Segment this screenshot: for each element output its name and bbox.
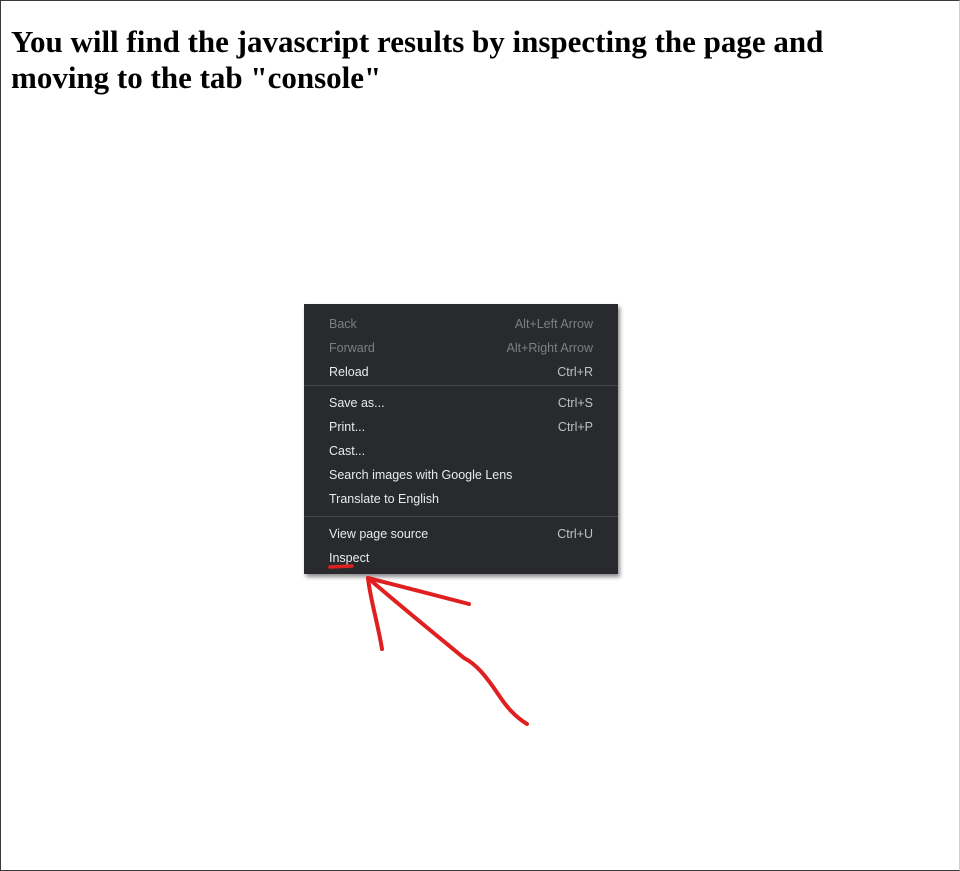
menu-item-google-lens[interactable]: Search images with Google Lens [304,463,618,487]
menu-item-back[interactable]: Back Alt+Left Arrow [304,312,618,336]
menu-item-inspect[interactable]: Inspect [304,546,618,570]
menu-item-shortcut: Ctrl+U [557,527,593,541]
menu-item-label: Back [329,317,357,331]
menu-item-label: Inspect [329,551,370,565]
menu-item-save-as[interactable]: Save as... Ctrl+S [304,391,618,415]
menu-item-label: Forward [329,341,375,355]
menu-separator [304,516,618,517]
menu-item-forward[interactable]: Forward Alt+Right Arrow [304,336,618,360]
menu-item-label: View page source [329,527,429,541]
menu-item-shortcut: Ctrl+S [557,396,593,410]
menu-item-shortcut: Alt+Right Arrow [506,341,594,355]
menu-item-label: Translate to English [329,492,440,506]
menu-item-shortcut: Ctrl+R [557,365,593,379]
menu-item-label: Reload [329,365,369,379]
menu-item-label: Cast... [329,444,366,458]
menu-item-translate[interactable]: Translate to English [304,487,618,511]
menu-item-view-source[interactable]: View page source Ctrl+U [304,522,618,546]
menu-item-print[interactable]: Print... Ctrl+P [304,415,618,439]
page-heading: You will find the javascript results by … [11,24,824,95]
menu-item-label: Print... [329,420,366,434]
menu-item-shortcut: Ctrl+P [557,420,593,434]
menu-separator [304,385,618,386]
menu-item-shortcut: Alt+Left Arrow [514,317,593,331]
menu-item-cast[interactable]: Cast... [304,439,618,463]
menu-item-label: Search images with Google Lens [329,468,513,482]
context-menu: Back Alt+Left Arrow Forward Alt+Right Ar… [304,304,618,574]
menu-item-reload[interactable]: Reload Ctrl+R [304,360,618,384]
menu-item-label: Save as... [329,396,385,410]
